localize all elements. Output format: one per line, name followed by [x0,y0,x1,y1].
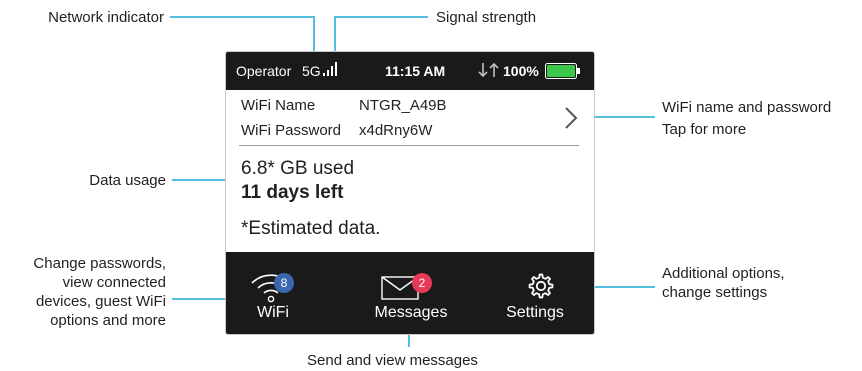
device-screen: Operator 5G 11:15 AM 100% WiFi Name NTGR_… [225,51,595,335]
operator-name: Operator [236,63,292,79]
nav-settings-label: Settings [506,304,564,321]
messages-badge: 2 [412,273,432,293]
battery-fill [547,65,575,77]
nav-wifi-button[interactable]: 8 WiFi [226,252,346,334]
chevron-right-icon[interactable] [564,106,578,130]
data-used: 6.8* GB used [241,158,355,179]
bottom-nav: 8 WiFi 2 Messages Settings [226,252,594,334]
callout-change-passwords: Change passwords, view connected devices… [33,255,166,329]
battery-percent: 100% [503,63,539,79]
nav-messages-label: Messages [374,304,448,321]
signal-bars-icon [323,62,337,76]
main-content: WiFi Name NTGR_A49B WiFi Password x4dRny6W… [226,90,594,252]
days-left: 11 days left [241,182,344,203]
callout-tap-for-more: Tap for more [662,121,747,138]
wifi-password-row[interactable]: WiFi Password x4dRny6W [241,122,432,140]
wifi-password-label: WiFi Password [241,122,342,139]
callout-additional-options: Additional options, change settings [662,265,785,301]
callout-data-usage: Data usage [89,172,166,189]
wifi-badge: 8 [274,273,294,293]
nav-wifi-label: WiFi [257,304,289,321]
estimated-note: *Estimated data. [241,218,381,239]
callout-send-messages: Send and view messages [307,352,478,369]
wifi-name-value: NTGR_A49B [359,97,447,114]
callout-wifi-name-password: WiFi name and password [662,99,832,116]
status-time: 11:15 AM [385,63,446,79]
battery-icon [545,63,580,79]
wifi-name-row[interactable]: WiFi Name NTGR_A49B [241,97,447,115]
network-indicator: 5G [302,63,321,79]
nav-messages-button[interactable]: 2 Messages [351,252,471,334]
divider [239,145,579,146]
wifi-name-label: WiFi Name [241,97,316,114]
nav-settings-button[interactable]: Settings [476,252,594,334]
callout-network-indicator: Network indicator [48,9,164,26]
callout-signal-strength: Signal strength [436,9,537,26]
wifi-password-value: x4dRny6W [359,122,433,139]
gear-icon [528,273,554,299]
up-down-arrows-icon [478,62,499,78]
status-bar: Operator 5G 11:15 AM 100% [226,52,594,90]
